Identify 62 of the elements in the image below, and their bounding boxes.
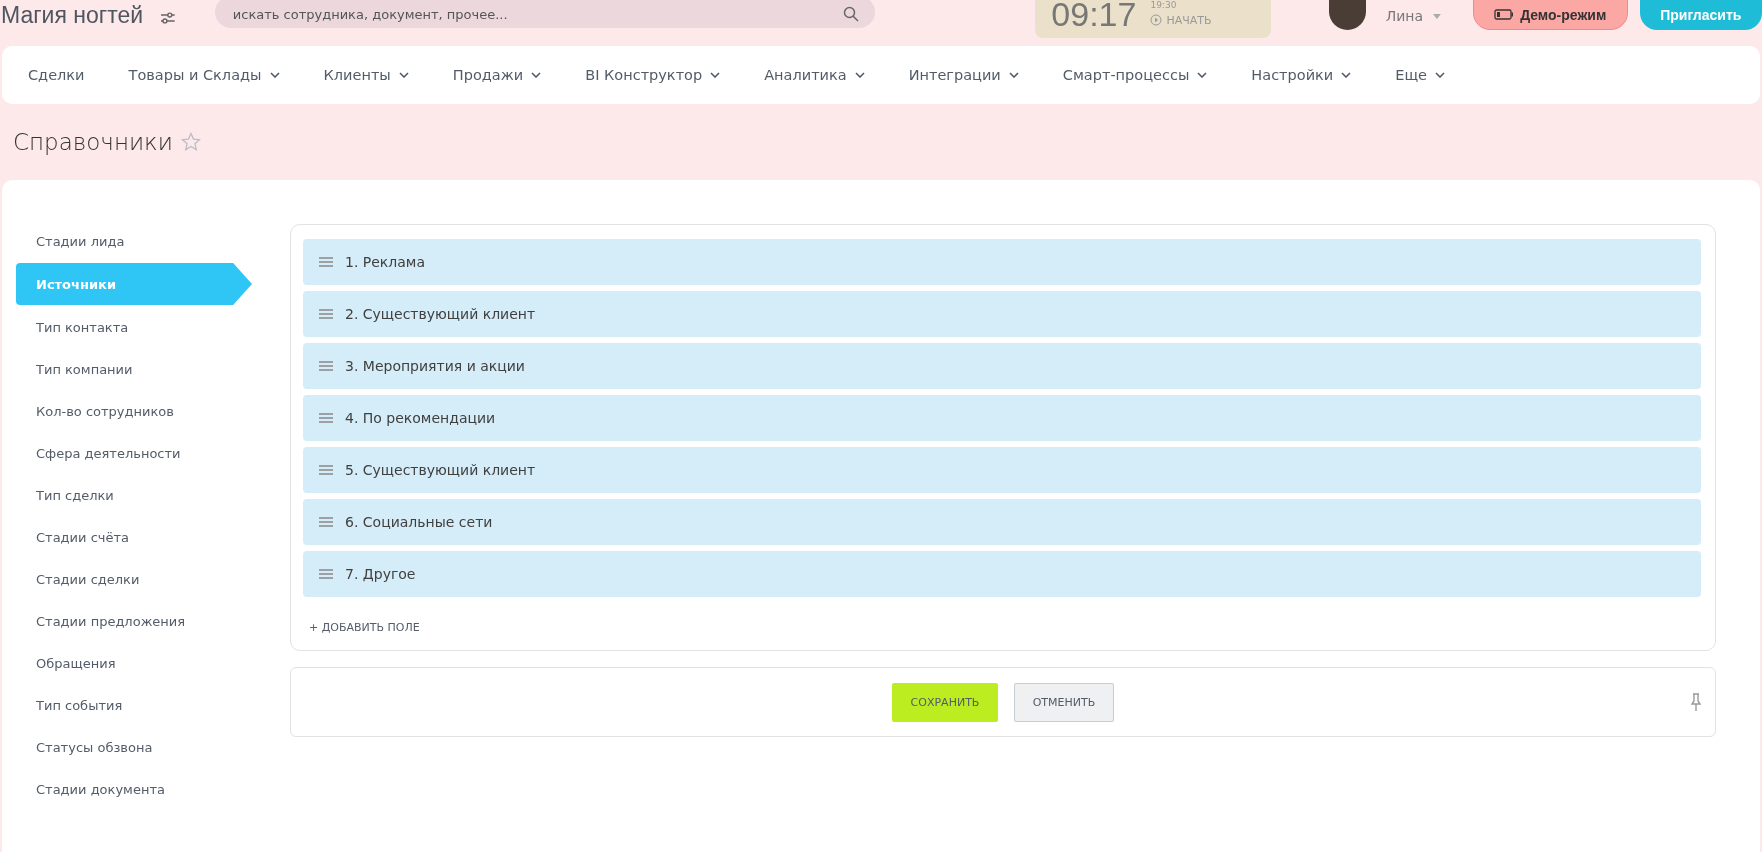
play-icon[interactable] bbox=[1150, 14, 1163, 26]
list-row[interactable]: 4. По рекомендации bbox=[303, 395, 1701, 441]
settings-sliders-icon[interactable] bbox=[161, 12, 175, 24]
row-label: 5. Существующий клиент bbox=[345, 462, 536, 478]
list-row[interactable]: 3. Мероприятия и акции bbox=[303, 343, 1701, 389]
sidebar-item[interactable]: Тип события bbox=[16, 684, 231, 726]
clock-time: 09:17 bbox=[1051, 0, 1137, 31]
menu-tab[interactable]: Смарт-процессы bbox=[1046, 67, 1224, 83]
drag-handle-icon[interactable] bbox=[319, 257, 333, 267]
sidebar-item[interactable]: Стадии документа bbox=[16, 768, 231, 810]
sidebar-item[interactable]: Обращения bbox=[16, 642, 231, 684]
row-label: 3. Мероприятия и акции bbox=[345, 358, 525, 374]
row-label: 4. По рекомендации bbox=[345, 410, 496, 426]
cancel-button[interactable]: ОТМЕНИТЬ bbox=[1014, 682, 1114, 722]
demo-mode-button[interactable]: Демо-режим bbox=[1472, 0, 1628, 30]
list-row[interactable]: 5. Существующий клиент bbox=[303, 447, 1701, 493]
star-icon[interactable] bbox=[180, 132, 201, 152]
menu-tab[interactable]: Сделки bbox=[12, 67, 101, 83]
battery-icon bbox=[1494, 9, 1515, 20]
menu-tab[interactable]: Еще bbox=[1379, 67, 1461, 83]
list-row[interactable]: 7. Другое bbox=[303, 551, 1701, 597]
menu-tab[interactable]: Интеграции bbox=[892, 67, 1035, 83]
alarm-time: 19:30 bbox=[1150, 0, 1178, 10]
menu-tab[interactable]: Товары и Склады bbox=[112, 67, 296, 83]
menu-tab[interactable]: BI Конструктор bbox=[569, 67, 737, 83]
sidebar-item[interactable]: Стадии сделки bbox=[16, 558, 231, 600]
menu-tab[interactable]: Аналитика bbox=[748, 67, 881, 83]
drag-handle-icon[interactable] bbox=[319, 413, 333, 423]
user-avatar[interactable] bbox=[1328, 0, 1366, 30]
pin-icon[interactable] bbox=[1691, 693, 1701, 711]
sidebar-item[interactable]: Стадии предложения bbox=[16, 600, 231, 642]
drag-handle-icon[interactable] bbox=[319, 361, 333, 371]
drag-handle-icon[interactable] bbox=[319, 465, 333, 475]
portal-title: Магия ногтей bbox=[1, 2, 144, 29]
sidebar-item[interactable]: Кол-во сотрудников bbox=[16, 390, 231, 432]
drag-handle-icon[interactable] bbox=[319, 309, 333, 319]
row-label: 2. Существующий клиент bbox=[345, 306, 536, 322]
drag-handle-icon[interactable] bbox=[319, 569, 333, 579]
caret-icon[interactable] bbox=[1433, 14, 1441, 19]
sidebar-item[interactable]: Стадии лида bbox=[16, 220, 231, 262]
drag-handle-icon[interactable] bbox=[319, 517, 333, 527]
sidebar-item[interactable]: Сфера деятельности bbox=[16, 432, 231, 474]
sidebar-item[interactable]: Тип компании bbox=[16, 348, 231, 390]
add-field-link[interactable]: + ДОБАВИТЬ ПОЛЕ bbox=[309, 621, 420, 634]
row-label: 1. Реклама bbox=[345, 254, 425, 270]
sidebar-item[interactable]: Тип сделки bbox=[16, 474, 231, 516]
user-name[interactable]: Лина bbox=[1385, 8, 1424, 24]
list-row[interactable]: 2. Существующий клиент bbox=[303, 291, 1701, 337]
list-row[interactable]: 1. Реклама bbox=[303, 239, 1701, 285]
menu-tab[interactable]: Продажи bbox=[436, 67, 558, 83]
row-label: 6. Социальные сети bbox=[345, 514, 493, 530]
row-label: 7. Другое bbox=[345, 566, 416, 582]
sidebar-item[interactable]: Стадии счёта bbox=[16, 516, 231, 558]
sidebar-item[interactable]: Тип контакта bbox=[16, 306, 231, 348]
search-field[interactable]: искать сотрудника, документ, прочее... bbox=[214, 0, 876, 28]
sidebar-item[interactable]: Статусы обзвона bbox=[16, 726, 231, 768]
menu-tab[interactable]: Настройки bbox=[1235, 67, 1368, 83]
list-row[interactable]: 6. Социальные сети bbox=[303, 499, 1701, 545]
search-icon[interactable] bbox=[843, 6, 860, 22]
page-title: Справочники bbox=[13, 129, 173, 155]
menu-tab[interactable]: Клиенты bbox=[307, 67, 425, 83]
save-button[interactable]: СОХРАНИТЬ bbox=[892, 682, 998, 722]
